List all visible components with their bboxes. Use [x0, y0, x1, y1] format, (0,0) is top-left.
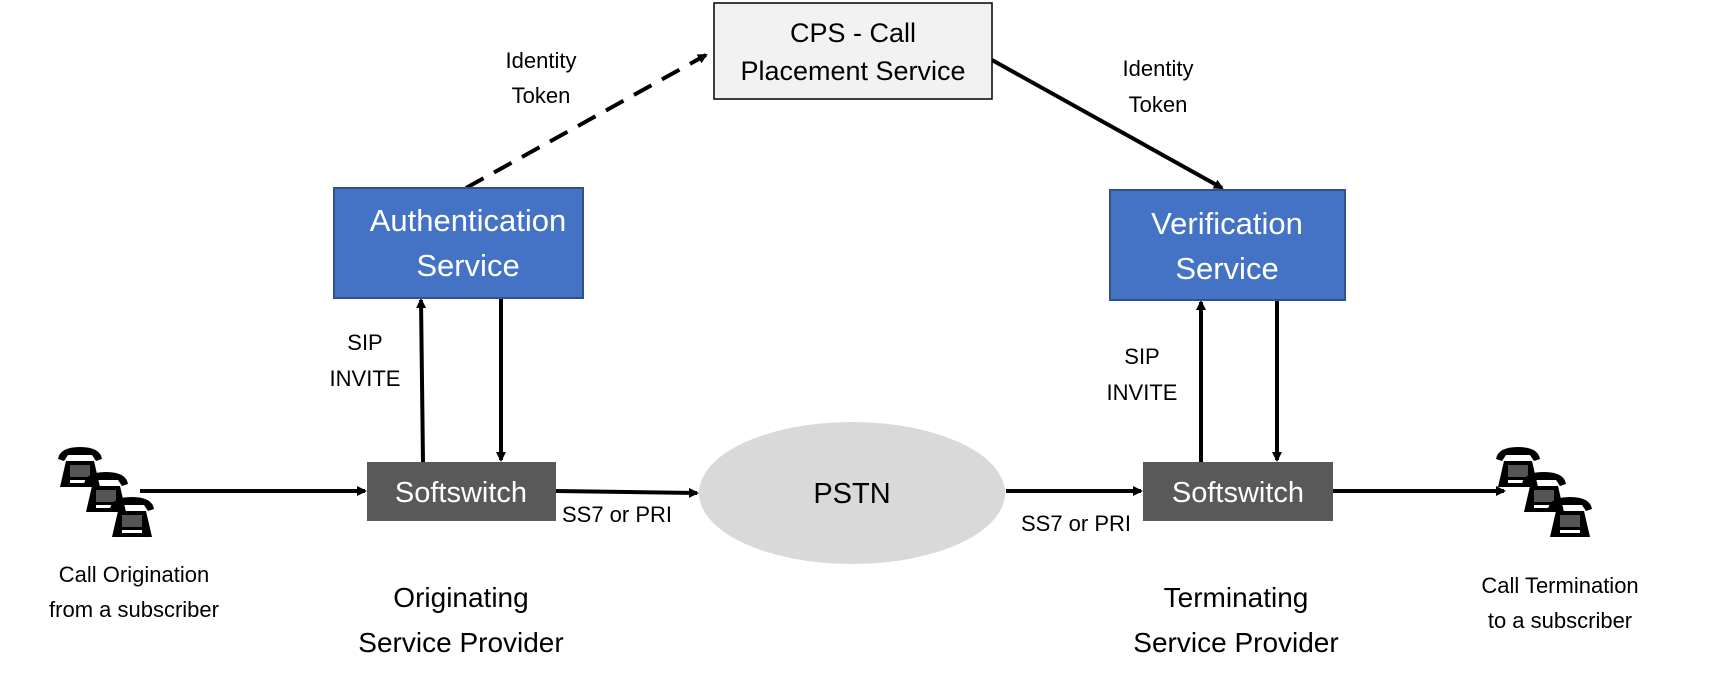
to-pstn-arrow [555, 487, 699, 498]
terminating-provider-label-2: Service Provider [1133, 627, 1338, 658]
stir-shaken-diagram: CPS - Call Placement Service Identity To… [49, 2, 1639, 658]
origination-label-2: from a subscriber [49, 597, 219, 622]
softswitch-left-label: Softswitch [395, 477, 527, 509]
cps-line1: CPS - Call [790, 18, 916, 48]
telephone-icon [1522, 472, 1566, 512]
verif-line1: Verification [1151, 206, 1303, 241]
softswitch-right-label: Softswitch [1172, 477, 1304, 509]
telephone-icon [58, 447, 102, 487]
termination-label-2: to a subscriber [1488, 608, 1632, 633]
cps-line2: Placement Service [740, 56, 965, 86]
originating-provider-label: Originating [393, 582, 528, 613]
sip-invite-label-right: SIP [1124, 344, 1159, 369]
ss7-label-left: SS7 or PRI [562, 502, 672, 527]
identity-token-label-right-2: Token [1129, 92, 1188, 117]
telephone-icon [1496, 447, 1540, 487]
verif-line2: Service [1175, 251, 1278, 286]
sip-invite-label-right-2: INVITE [1107, 380, 1178, 405]
identity-token-label-right: Identity [1123, 56, 1194, 81]
telephone-icon [1548, 497, 1592, 537]
identity-token-label-left-2: Token [512, 83, 571, 108]
auth-line1: Authentication [370, 203, 566, 238]
pstn-label: PSTN [813, 478, 890, 510]
terminating-provider-label: Terminating [1164, 582, 1309, 613]
telephone-icon-group-right [1496, 447, 1592, 537]
ss7-label-right: SS7 or PRI [1021, 511, 1131, 536]
telephone-icon-group-left [58, 447, 154, 537]
auth-line2: Service [416, 248, 519, 283]
sip-invite-arrow-left [416, 298, 427, 463]
sip-invite-label-left: SIP [347, 330, 382, 355]
telephone-icon [110, 497, 154, 537]
telephone-icon [84, 472, 128, 512]
identity-token-dashed-arrow [465, 53, 708, 190]
sip-invite-label-left-2: INVITE [330, 366, 401, 391]
originating-provider-label-2: Service Provider [358, 627, 563, 658]
origination-label: Call Origination [59, 562, 209, 587]
termination-label: Call Termination [1481, 573, 1638, 598]
identity-token-label-left: Identity [506, 48, 577, 73]
